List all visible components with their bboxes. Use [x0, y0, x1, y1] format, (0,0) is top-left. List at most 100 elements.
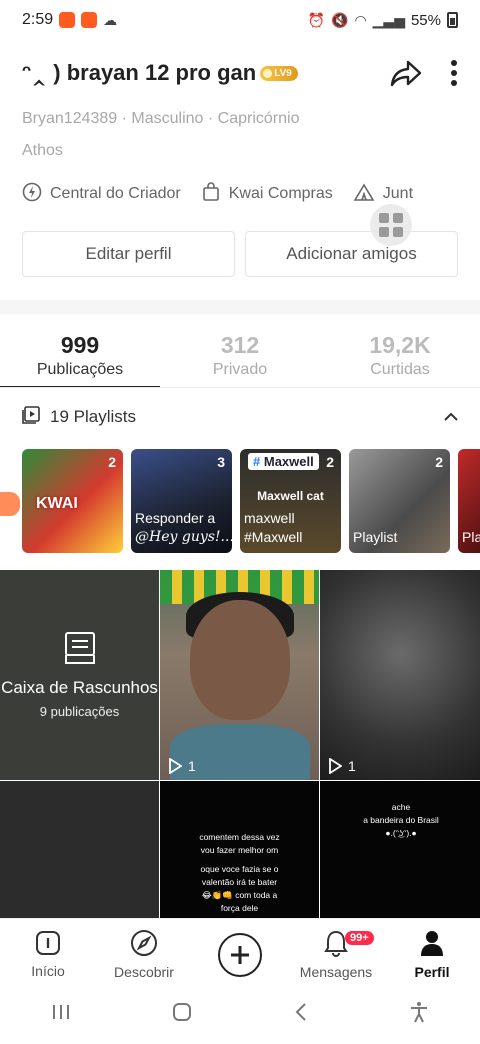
caption-line: comentem dessa vez	[199, 832, 280, 842]
nav-profile[interactable]: Perfil	[384, 929, 480, 980]
playlist-count: 2	[435, 454, 443, 470]
playlist-card[interactable]: 3 Responder a @Hey guys!...	[131, 449, 232, 553]
profile-meta-line1: Bryan124389 · Masculino · Capricórnio	[22, 110, 300, 127]
home-icon	[35, 930, 61, 959]
video-thumbnail[interactable]: comentem dessa vez vou fazer melhor om o…	[160, 781, 319, 919]
video-thumbnail[interactable]: ache a bandeira do Brasil ●.(ᵔ͜ʖᵔ).●	[320, 781, 480, 919]
play-icon	[329, 758, 342, 774]
section-divider	[0, 300, 480, 314]
caption-line: ache	[391, 802, 411, 812]
tab-private[interactable]: 312 Privado	[160, 322, 320, 388]
playlists-row: 2 KWAI 3 Responder a @Hey guys!... # Max…	[22, 449, 480, 553]
playlist-tag-text: Maxwell	[263, 454, 314, 469]
video-thumbnail[interactable]: 1	[160, 570, 319, 780]
weather-icon: ☁	[103, 11, 118, 28]
level-badge[interactable]: LV9	[260, 65, 298, 81]
playlists-count-label: 19 Playlists	[50, 407, 136, 426]
play-count: 1	[168, 758, 196, 774]
tab-likes[interactable]: 19,2K Curtidas	[320, 322, 480, 388]
kwai-notification-icon	[59, 12, 76, 28]
play-count-value: 1	[348, 758, 356, 774]
battery-percent: 55%	[410, 11, 441, 29]
share-icon[interactable]	[390, 59, 422, 87]
caption-line: força dele	[220, 903, 259, 913]
more-options-icon[interactable]	[450, 59, 458, 87]
caption-line: 😂👏👊 com toda a	[201, 890, 278, 900]
wifi-icon: ◠	[354, 11, 367, 28]
kwai-shopping-label: Kwai Compras	[228, 185, 333, 202]
video-thumbnail[interactable]	[0, 781, 159, 919]
drafts-count: 9 publicações	[39, 704, 120, 719]
accessibility-icon[interactable]	[409, 1001, 429, 1028]
edit-profile-button[interactable]: Editar perfil	[22, 231, 235, 277]
private-count: 312	[220, 331, 260, 358]
nav-create[interactable]	[192, 932, 288, 977]
plus-icon	[218, 932, 262, 977]
floating-record-button[interactable]	[0, 492, 20, 516]
kwai-notification-icon	[81, 12, 98, 28]
recent-apps-icon[interactable]	[51, 1003, 71, 1026]
caption-line: vou fazer melhor om	[200, 845, 279, 855]
caption-line: a bandeira do Brasil	[363, 815, 439, 825]
playlists-header[interactable]: 19 Playlists	[22, 398, 458, 436]
profile-icon	[419, 929, 445, 960]
playlist-card[interactable]: 2 Playlist	[349, 449, 450, 553]
playlist-caption: maxwell #Maxwell	[240, 509, 302, 547]
publications-count: 999	[60, 331, 100, 358]
playlist-title: Maxwell cat	[257, 489, 324, 503]
nav-messages[interactable]: 99+ Mensagens	[288, 929, 384, 980]
playlist-card[interactable]: Pla	[458, 449, 480, 553]
status-time: 2:59	[22, 11, 54, 28]
playlist-card[interactable]: # Maxwell 2 Maxwell cat maxwell #Maxwell	[240, 449, 341, 553]
play-icon	[169, 758, 182, 774]
video-grid: Caixa de Rascunhos 9 publicações 1 1 com…	[0, 570, 480, 919]
thumbnail-face	[190, 600, 290, 720]
nav-home-label: Início	[31, 963, 65, 979]
caption-line: ●.(ᵔ͜ʖᵔ).●	[385, 828, 417, 838]
chevron-up-icon[interactable]	[444, 407, 458, 427]
creator-center-link[interactable]: Central do Criador	[22, 182, 181, 207]
video-caption: ache a bandeira do Brasil ●.(ᵔ͜ʖᵔ).●	[320, 801, 480, 840]
nav-discover-label: Descobrir	[114, 964, 174, 980]
drafts-title: Caixa de Rascunhos	[1, 678, 158, 697]
playlist-caption-line: #Maxwell	[244, 529, 303, 545]
compass-icon	[130, 929, 158, 960]
nav-home[interactable]: Início	[0, 930, 96, 979]
profile-meta-line2: Athos	[22, 142, 63, 159]
signal-icon: ▁▃▅	[372, 11, 405, 28]
status-bar: 2:59 ☁ ⏰ 🔇 ◠ ▁▃▅ 55%	[0, 0, 480, 40]
caption-line: valentão irá te bater	[201, 877, 278, 887]
nav-messages-label: Mensagens	[299, 964, 373, 980]
messages-badge: 99+	[345, 931, 374, 945]
bottom-nav: Início Descobrir 99+ Mensagens Perfil	[0, 918, 480, 990]
likes-count: 19,2K	[369, 331, 431, 358]
playlist-tag: # Maxwell	[248, 453, 319, 470]
playlist-caption-line: maxwell	[244, 510, 295, 526]
video-thumbnail[interactable]: 1	[320, 570, 480, 780]
playlist-card[interactable]: 2 KWAI	[22, 449, 123, 553]
add-friends-button[interactable]: Adicionar amigos	[245, 231, 458, 277]
alarm-icon: ⏰	[307, 11, 325, 28]
join-label: Junt	[382, 185, 414, 202]
floating-grid-icon[interactable]	[370, 204, 412, 246]
tab-publications[interactable]: 999 Publicações	[0, 322, 160, 388]
profile-stats-tabs: 999 Publicações 312 Privado 19,2K Curtid…	[0, 322, 480, 388]
system-nav-bar	[0, 992, 480, 1036]
nav-discover[interactable]: Descobrir	[96, 929, 192, 980]
profile-header: ᵔ‸ ) brayan 12 pro gan LV9	[22, 50, 458, 96]
play-count: 1	[328, 758, 356, 774]
likes-label: Curtidas	[370, 360, 430, 378]
playlist-count: 2	[108, 454, 116, 470]
publications-label: Publicações	[36, 360, 124, 378]
tent-icon	[353, 182, 375, 207]
battery-icon	[447, 12, 458, 28]
join-link[interactable]: Junt	[353, 182, 413, 207]
back-icon[interactable]	[294, 1002, 308, 1027]
drafts-box[interactable]: Caixa de Rascunhos 9 publicações	[0, 570, 159, 780]
caption-line: oque voce fazia se o	[200, 864, 279, 874]
video-caption: comentem dessa vez vou fazer melhor om o…	[160, 831, 319, 915]
profile-name: ᵔ‸ ) brayan 12 pro gan	[22, 60, 257, 85]
kwai-shopping-link[interactable]: Kwai Compras	[201, 181, 333, 207]
playlist-caption: Playlist	[349, 528, 397, 547]
home-button-icon[interactable]	[172, 1002, 192, 1027]
